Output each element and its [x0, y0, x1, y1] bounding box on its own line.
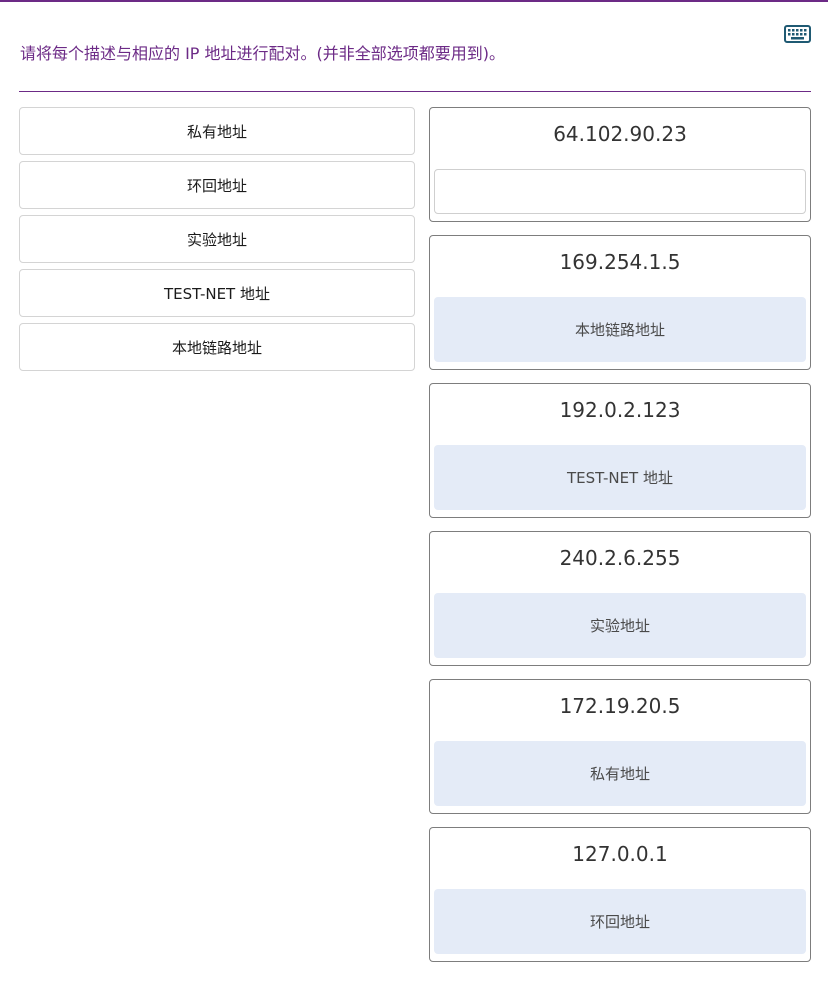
- drop-zone-answer[interactable]: 私有地址: [434, 741, 806, 806]
- top-border: [0, 0, 828, 2]
- option-loopback-address[interactable]: 环回地址: [19, 161, 415, 209]
- option-experimental-address[interactable]: 实验地址: [19, 215, 415, 263]
- drop-zone-answer[interactable]: 本地链路地址: [434, 297, 806, 362]
- ip-address-label: 192.0.2.123: [559, 398, 681, 422]
- ip-address-label: 64.102.90.23: [553, 122, 687, 146]
- instruction-text: 请将每个描述与相应的 IP 地址进行配对。(并非全部选项都要用到)。: [20, 44, 506, 63]
- option-test-net-address[interactable]: TEST-NET 地址: [19, 269, 415, 317]
- ip-address-label: 172.19.20.5: [559, 694, 681, 718]
- drop-zone-answer[interactable]: TEST-NET 地址: [434, 445, 806, 510]
- option-link-local-address[interactable]: 本地链路地址: [19, 323, 415, 371]
- target-card: 127.0.0.1 环回地址: [429, 827, 811, 962]
- target-card: 192.0.2.123 TEST-NET 地址: [429, 383, 811, 518]
- option-list: 私有地址 环回地址 实验地址 TEST-NET 地址 本地链路地址: [19, 107, 415, 377]
- option-private-address[interactable]: 私有地址: [19, 107, 415, 155]
- ip-address-label: 240.2.6.255: [559, 546, 681, 570]
- drop-zone-answer[interactable]: 实验地址: [434, 593, 806, 658]
- target-card: 172.19.20.5 私有地址: [429, 679, 811, 814]
- target-card: 169.254.1.5 本地链路地址: [429, 235, 811, 370]
- keyboard-icon[interactable]: [784, 25, 811, 43]
- ip-address-label: 127.0.0.1: [572, 842, 668, 866]
- divider: [19, 91, 811, 92]
- target-card: 240.2.6.255 实验地址: [429, 531, 811, 666]
- target-card: 64.102.90.23: [429, 107, 811, 222]
- ip-address-label: 169.254.1.5: [559, 250, 681, 274]
- drop-zone-empty[interactable]: [434, 169, 806, 214]
- drop-zone-answer[interactable]: 环回地址: [434, 889, 806, 954]
- target-list: 64.102.90.23 169.254.1.5 本地链路地址 192.0.2.…: [429, 107, 811, 975]
